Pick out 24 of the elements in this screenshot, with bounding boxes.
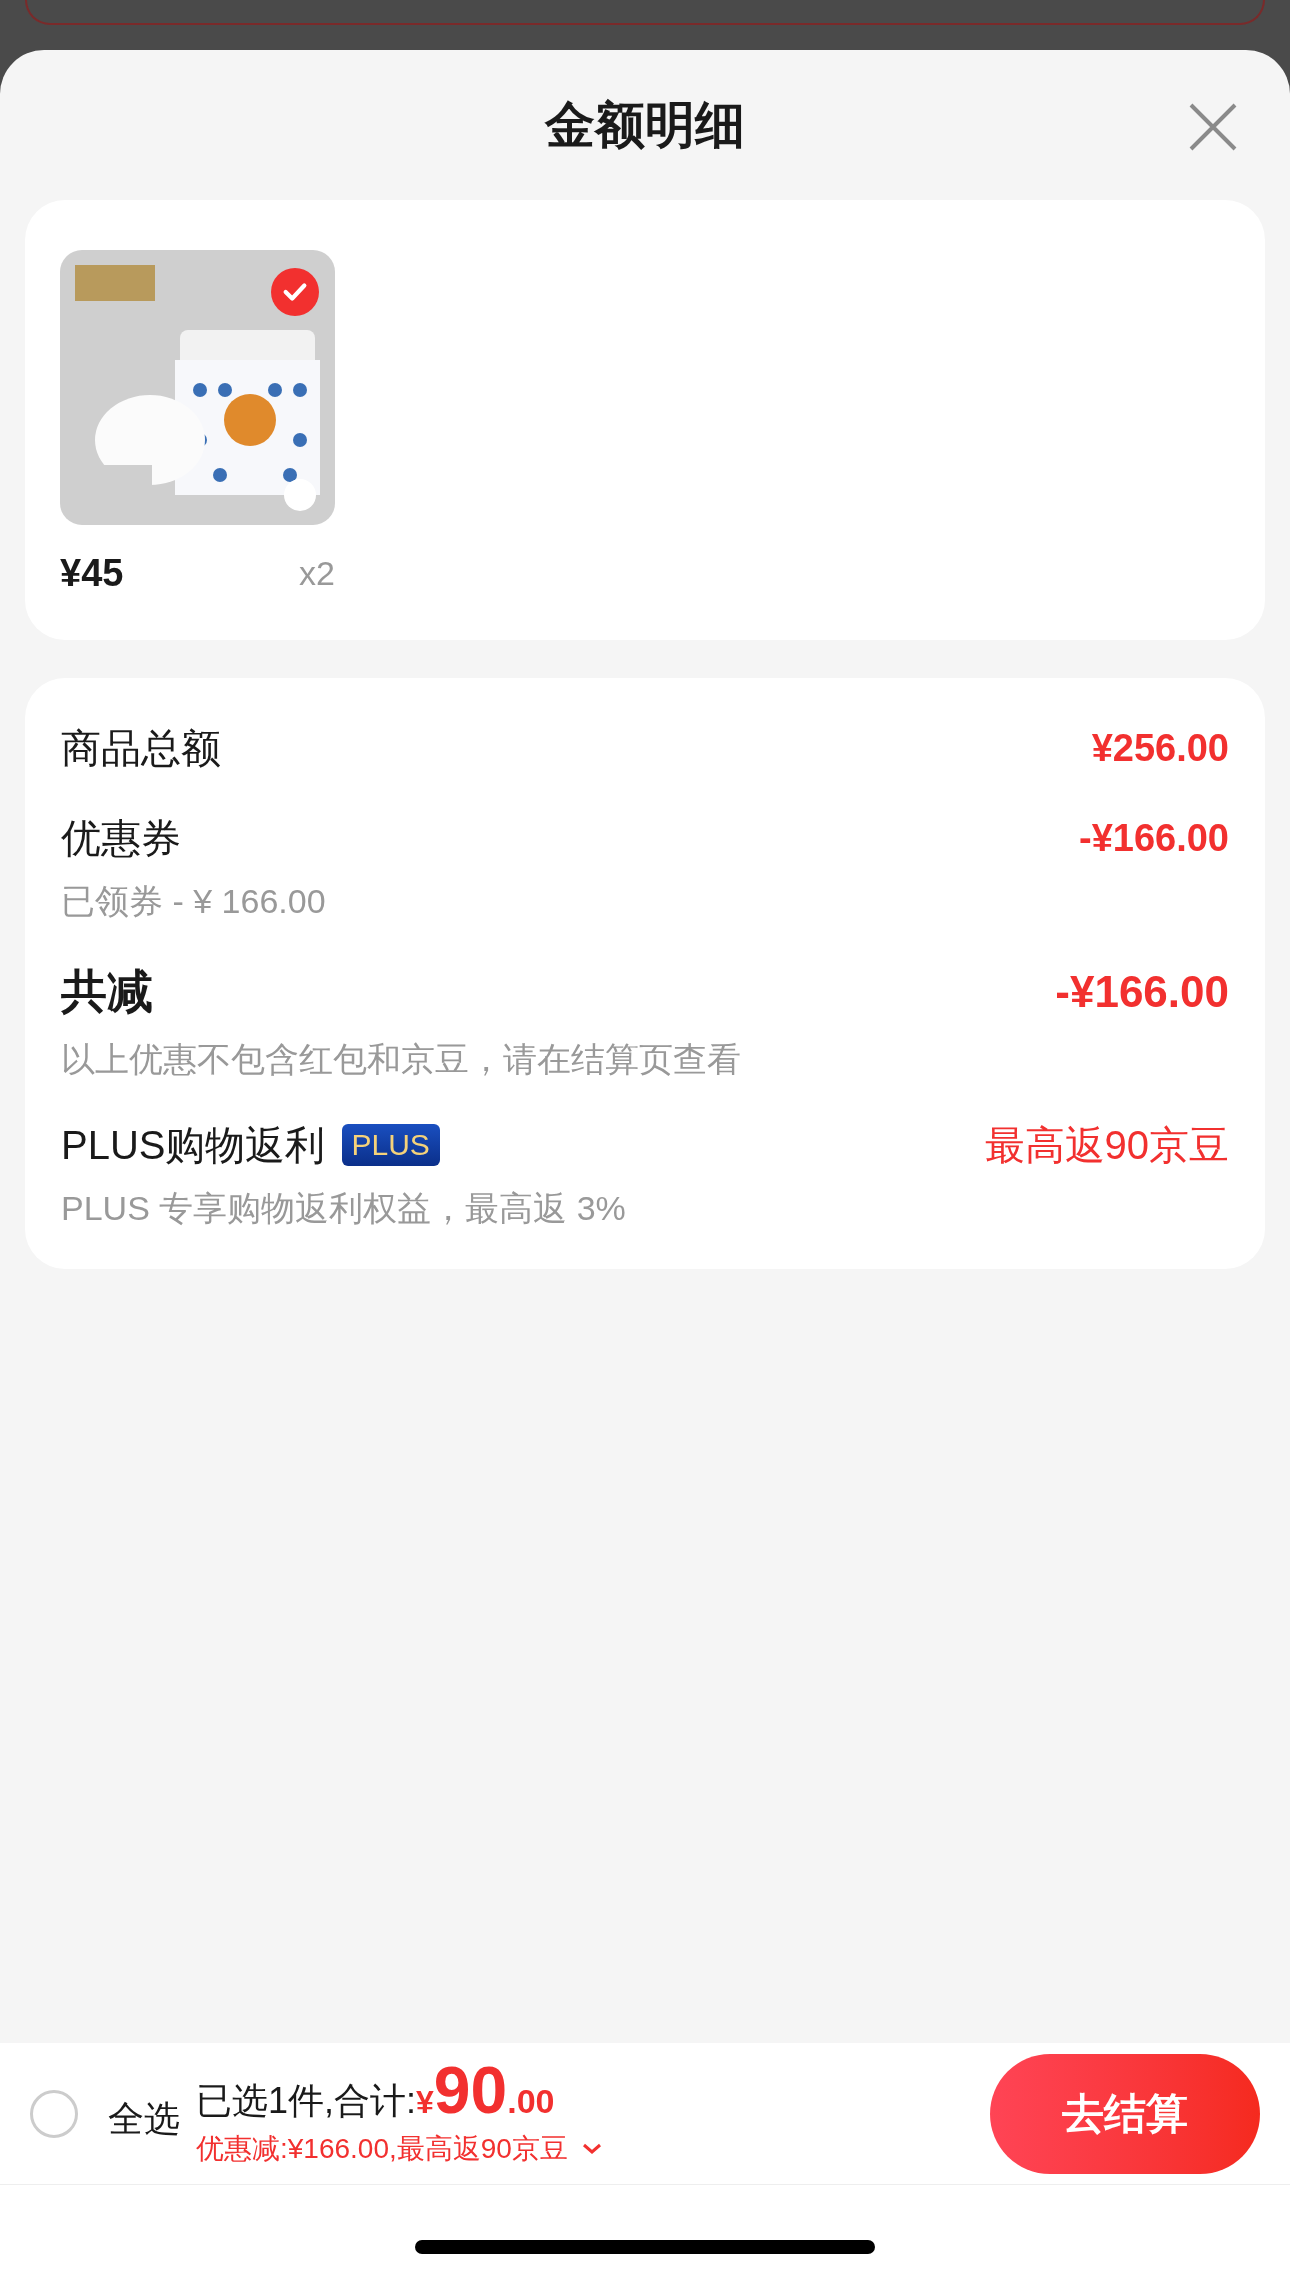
row-note: 以上优惠不包含红包和京豆，请在结算页查看 [61, 1039, 742, 1080]
row-note: PLUS 专享购物返利权益，最高返 3% [61, 1188, 627, 1229]
select-all-label[interactable]: 全选 [108, 2091, 180, 2146]
row-value: -¥166.00 [1055, 965, 1229, 1018]
row-value: ¥256.00 [1091, 725, 1229, 771]
row-value: -¥166.00 [1079, 815, 1229, 861]
total-label: 已选1件,合计: [196, 2079, 417, 2123]
row-label: PLUS购物返利 [61, 1122, 326, 1169]
price: ¥45 [60, 551, 124, 596]
checkout-button[interactable]: 去结算 [990, 2053, 1260, 2174]
quantity: x2 [299, 553, 335, 594]
total-amount: ¥90.00 [416, 2057, 555, 2127]
sheet-title: 金额明细 [545, 95, 745, 155]
select-all-checkbox[interactable] [30, 2089, 78, 2138]
plus-badge: PLUS [341, 1124, 440, 1166]
close-icon [1188, 102, 1238, 152]
row-label: 商品总额 [61, 725, 221, 772]
row-value: 最高返90京豆 [984, 1122, 1229, 1169]
close-button[interactable] [1188, 102, 1238, 152]
chevron-down-icon[interactable] [581, 2143, 602, 2155]
row-label: 共减 [61, 964, 153, 1019]
row-note: 已领券 - ¥ 166.00 [61, 881, 327, 922]
discount-text: 优惠减:¥166.00,最高返90京豆 [196, 2132, 568, 2166]
row-label: 优惠券 [61, 815, 181, 862]
